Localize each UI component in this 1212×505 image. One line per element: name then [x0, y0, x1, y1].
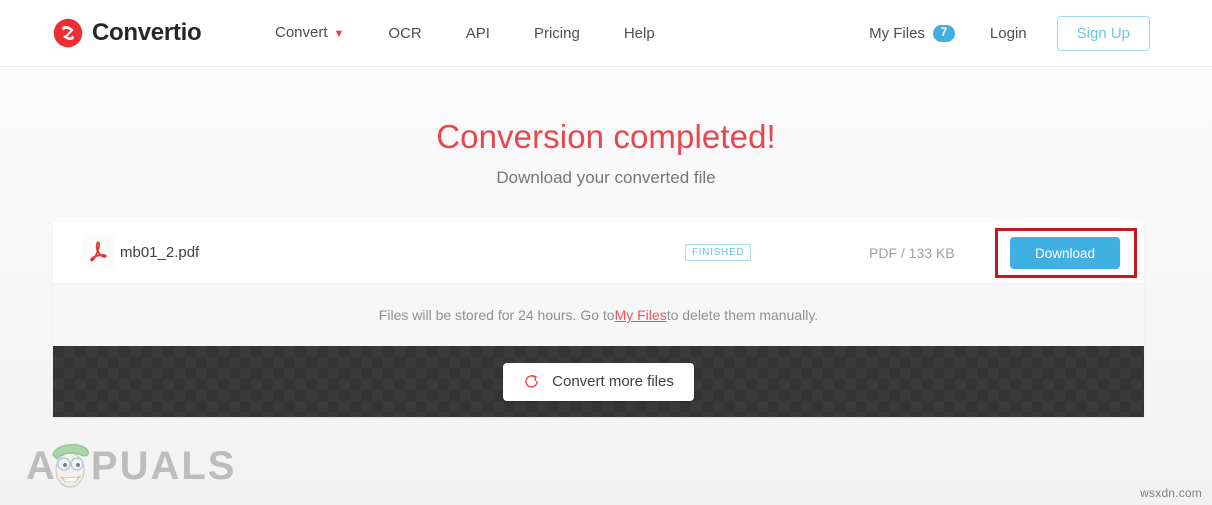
file-meta: PDF / 133 KB [869, 244, 955, 261]
convert-more-files-button[interactable]: Convert more files [503, 362, 694, 401]
nav-item-help[interactable]: Help [602, 0, 677, 67]
brand-name: Convertio [92, 19, 202, 46]
convertio-logo-icon [53, 18, 83, 48]
convertio-page: Convertio Convert ▼ OCR API Pricing Help … [0, 0, 1212, 505]
file-row: mb01_2.pdf FINISHED PDF / 133 KB Downloa… [53, 222, 1144, 283]
appuals-suffix: PUALS [90, 444, 237, 488]
my-files-link[interactable]: My Files 7 [869, 25, 955, 42]
storage-notice: Files will be stored for 24 hours. Go to… [53, 283, 1144, 346]
download-button[interactable]: Download [1010, 237, 1120, 269]
status-badge: FINISHED [685, 244, 752, 261]
nav-item-convert[interactable]: Convert ▼ [253, 0, 366, 68]
file-name: mb01_2.pdf [120, 244, 200, 261]
conversion-result-card: mb01_2.pdf FINISHED PDF / 133 KB Downloa… [53, 222, 1144, 417]
sign-up-button[interactable]: Sign Up [1056, 16, 1150, 51]
appuals-mascot-icon [52, 437, 91, 495]
nav-item-label: Convert [275, 24, 328, 41]
pdf-file-icon [81, 235, 115, 269]
login-link[interactable]: Login [990, 25, 1027, 42]
hero-section: Conversion completed! Download your conv… [0, 118, 1212, 188]
appuals-watermark: A PUALS [26, 437, 236, 495]
my-files-count-badge: 7 [932, 25, 955, 42]
notice-text-before: Files will be stored for 24 hours. Go to [378, 307, 615, 323]
nav-item-ocr[interactable]: OCR [366, 0, 443, 67]
my-files-label: My Files [869, 25, 925, 42]
account-navigation: My Files 7 Login Sign Up [869, 0, 1150, 67]
convert-more-files-label: Convert more files [552, 373, 674, 390]
page-subtitle: Download your converted file [496, 168, 716, 187]
main-navigation: Convert ▼ OCR API Pricing Help [253, 0, 677, 67]
site-header: Convertio Convert ▼ OCR API Pricing Help … [0, 0, 1212, 67]
refresh-icon [523, 373, 540, 390]
chevron-down-icon: ▼ [333, 28, 345, 40]
site-watermark: wsxdn.com [1140, 486, 1202, 500]
notice-text-after: to delete them manually. [666, 307, 819, 323]
page-title: Conversion completed! [436, 118, 776, 155]
brand-logo[interactable]: Convertio [53, 18, 202, 48]
my-files-notice-link[interactable]: My Files [615, 307, 667, 323]
nav-item-pricing[interactable]: Pricing [512, 0, 602, 67]
nav-item-api[interactable]: API [444, 0, 512, 67]
card-footer: Convert more files [53, 346, 1144, 417]
